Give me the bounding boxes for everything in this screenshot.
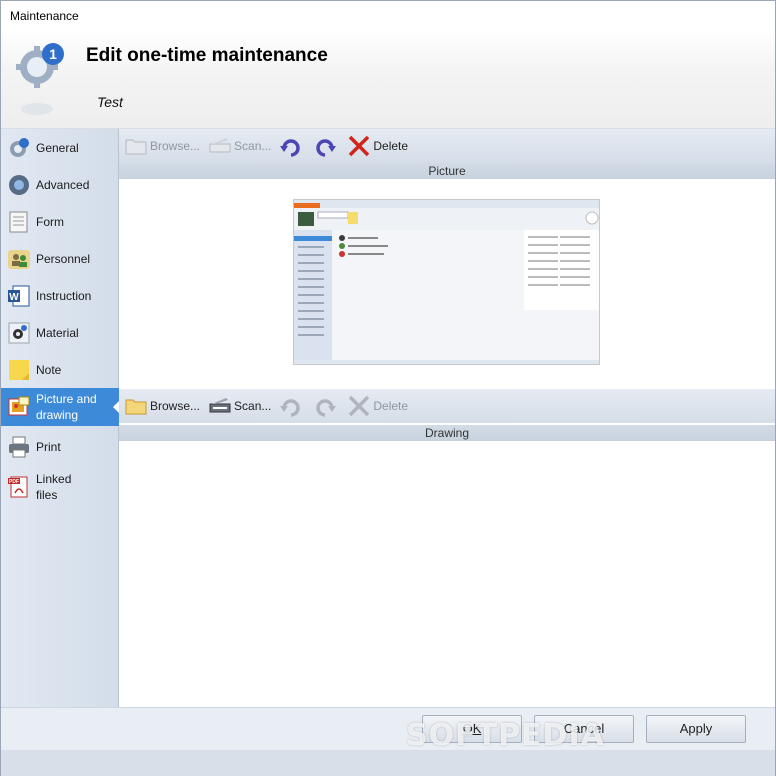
- apply-button[interactable]: Apply: [646, 715, 746, 743]
- maintenance-window: Maintenance 1 Edit one-time maintenance …: [0, 0, 776, 776]
- drawing-rotate-right-button[interactable]: [313, 392, 339, 420]
- picture-browse-button[interactable]: Browse...: [124, 132, 200, 160]
- picture-scan-label: Scan...: [234, 139, 272, 153]
- drawing-rotate-left-button[interactable]: [279, 392, 305, 420]
- picture-area: [119, 179, 775, 389]
- sidebar-item-general[interactable]: General: [1, 129, 119, 166]
- sidebar-item-note[interactable]: Note: [1, 351, 119, 388]
- ok-button-label: OK: [462, 721, 482, 736]
- people-icon: [8, 249, 30, 269]
- printer-icon: [9, 436, 29, 457]
- cancel-button[interactable]: Cancel: [534, 715, 634, 743]
- word-document-icon: W: [8, 285, 30, 306]
- sidebar-item-label: Personnel: [36, 251, 91, 266]
- gear-info-icon: [10, 137, 29, 157]
- page-title: Edit one-time maintenance: [86, 45, 328, 66]
- sidebar-item-label: Material: [36, 325, 79, 340]
- folder-icon: [125, 399, 147, 415]
- drawing-delete-button[interactable]: Delete: [347, 392, 408, 420]
- sidebar-item-label: Form: [36, 214, 64, 229]
- rotate-right-icon: [316, 399, 337, 417]
- footer-bar: OK Cancel Apply SOFTPEDIA: [1, 707, 775, 776]
- drawing-browse-button[interactable]: Browse...: [124, 392, 200, 420]
- cancel-button-label: Cancel: [563, 721, 605, 736]
- sidebar-item-material[interactable]: Material: [1, 314, 119, 351]
- sidebar-item-label: General: [36, 140, 79, 155]
- sidebar-item-advanced[interactable]: Advanced: [1, 166, 119, 203]
- picture-browse-label: Browse...: [150, 139, 201, 153]
- sidebar-item-personnel[interactable]: Personnel: [1, 240, 119, 277]
- sidebar-item-form[interactable]: Form: [1, 203, 119, 240]
- drawing-toolbar: Browse... Scan... Delete: [119, 389, 775, 423]
- screenshot-thumbnail-image: [294, 200, 599, 364]
- sidebar-item-label: Instruction: [36, 288, 92, 303]
- gear-maintenance-icon: 1: [16, 43, 64, 115]
- pdf-file-icon: PDF: [8, 476, 28, 498]
- material-gear-icon: [8, 322, 30, 343]
- rotate-left-icon: [280, 139, 301, 157]
- drawing-scan-label: Scan...: [234, 399, 272, 413]
- drawing-section-label: Drawing: [119, 425, 775, 441]
- svg-text:1: 1: [49, 46, 57, 62]
- sticky-note-icon: [9, 359, 29, 380]
- sidebar-item-label: Print: [36, 439, 61, 454]
- picture-section-label: Picture: [119, 163, 775, 179]
- picture-rotate-right-button[interactable]: [313, 132, 339, 160]
- sidebar-item-linked-files[interactable]: PDF Linked files: [1, 467, 119, 507]
- delete-x-icon: [349, 135, 370, 157]
- scanner-icon: [209, 398, 231, 413]
- drawing-delete-label: Delete: [373, 399, 409, 413]
- window-title: Maintenance: [10, 9, 79, 23]
- picture-thumbnail[interactable]: [293, 199, 600, 365]
- picture-toolbar: Browse... Scan... Delete: [119, 129, 775, 163]
- rotate-right-icon: [316, 139, 337, 157]
- title-bar: Maintenance: [1, 1, 775, 31]
- sidebar-item-label: Note: [36, 362, 62, 377]
- drawing-area[interactable]: [119, 441, 775, 705]
- svg-text:PDF: PDF: [9, 479, 19, 485]
- sidebar-item-print[interactable]: Print: [1, 428, 119, 465]
- maintenance-name: Test: [97, 94, 123, 110]
- content-panel: Browse... Scan... Delete Picture Browse.…: [119, 129, 775, 707]
- delete-x-icon: [349, 395, 370, 417]
- status-strip: [1, 750, 775, 776]
- scanner-icon: [209, 138, 231, 153]
- rotate-left-icon: [280, 399, 301, 417]
- drawing-browse-label: Browse...: [150, 399, 201, 413]
- sidebar-item-picture-and-drawing[interactable]: Picture and drawing: [1, 388, 120, 426]
- svg-text:W: W: [9, 292, 19, 303]
- ok-button[interactable]: OK: [422, 715, 522, 743]
- picture-delete-label: Delete: [373, 139, 409, 153]
- picture-drawing-icon: [8, 396, 30, 416]
- sidebar-item-label: Picture and drawing: [36, 392, 97, 422]
- sidebar: General Advanced Form Personnel W Instru…: [1, 129, 120, 707]
- picture-scan-button[interactable]: Scan...: [208, 132, 271, 160]
- sidebar-item-label: Linked files: [36, 472, 72, 502]
- drawing-scan-button[interactable]: Scan...: [208, 392, 271, 420]
- picture-rotate-left-button[interactable]: [279, 132, 305, 160]
- gear-icon: [9, 174, 29, 195]
- folder-icon: [125, 139, 147, 155]
- sidebar-item-instruction[interactable]: W Instruction: [1, 277, 119, 314]
- header-banner: 1 Edit one-time maintenance Test: [1, 31, 775, 129]
- sidebar-item-label: Advanced: [36, 177, 90, 192]
- apply-button-label: Apply: [679, 721, 713, 736]
- picture-delete-button[interactable]: Delete: [347, 132, 408, 160]
- form-document-icon: [9, 211, 28, 232]
